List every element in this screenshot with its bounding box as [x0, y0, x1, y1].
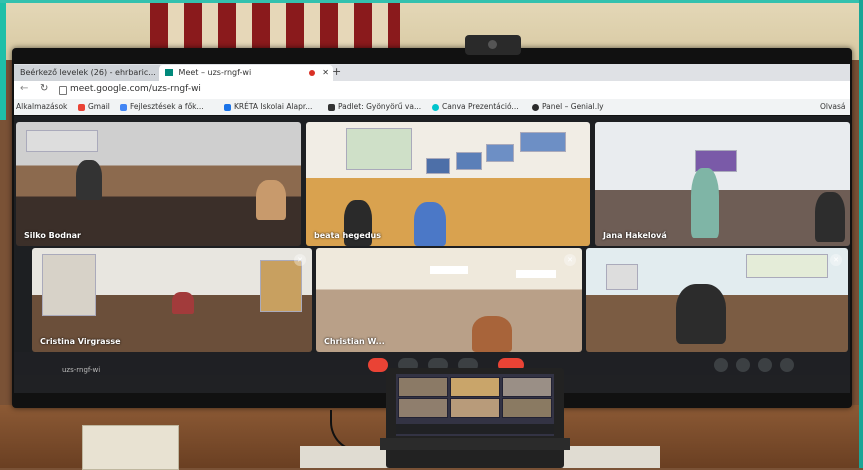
person: [472, 316, 512, 352]
participant-tile[interactable]: Cristina Virgrasse ✕: [32, 248, 312, 352]
meeting-code: uzs-rngf-wi: [62, 366, 101, 374]
laptop-control-bar: [396, 424, 554, 434]
grid-icon: [120, 103, 127, 111]
whiteboard: [26, 130, 98, 152]
bookmark-genially[interactable]: Panel – Genial.ly: [532, 100, 604, 114]
browser-tab-bar: Beérkező levelek (26) - ehrbaric... Meet…: [14, 64, 850, 81]
canva-icon: [432, 103, 439, 111]
participant-name: Silko Bodnar: [24, 231, 81, 240]
ceiling-light: [516, 270, 556, 278]
activities-icon[interactable]: [780, 358, 794, 372]
laptop-tile: [450, 398, 500, 418]
ceiling-light: [430, 266, 468, 274]
person: [76, 160, 102, 200]
participant-name: Cristina Virgrasse: [40, 337, 121, 346]
person: [815, 192, 845, 242]
address-bar: ← ↻ meet.google.com/uzs-rngf-wi: [14, 81, 850, 99]
url-field[interactable]: meet.google.com/uzs-rngf-wi: [70, 84, 201, 94]
map-poster: [746, 254, 828, 278]
photo-frame: [426, 158, 450, 174]
tab-gmail[interactable]: Beérkező levelek (26) - ehrbaric...: [14, 65, 160, 81]
recording-dot-icon: [309, 70, 315, 76]
mic-off-icon: ✕: [830, 254, 842, 266]
frame-edge-top: [0, 0, 863, 3]
chair: [256, 180, 286, 220]
frame-edge-right: [859, 0, 863, 468]
reload-icon[interactable]: ↻: [40, 83, 48, 94]
participant-tile[interactable]: ✕: [586, 248, 848, 352]
meet-icon: [165, 69, 173, 76]
tab-label: Meet – uzs-rngf-wi: [178, 68, 252, 77]
photo-frame: [456, 152, 482, 170]
participant-name: Christian W...: [324, 337, 385, 346]
rollup-banner: [260, 260, 302, 312]
gmail-icon: [78, 103, 85, 111]
info-icon[interactable]: [714, 358, 728, 372]
microphone-button[interactable]: [368, 358, 388, 372]
new-tab-button[interactable]: +: [332, 64, 341, 80]
poster: [606, 264, 638, 290]
laptop-tile: [398, 398, 448, 418]
laptop-keyboard: [380, 438, 570, 450]
photo-frame: [520, 132, 566, 152]
kreta-icon: [224, 103, 231, 111]
mic-off-icon: ✕: [294, 254, 306, 266]
padlet-icon: [328, 103, 335, 111]
laptop-tile: [398, 377, 448, 397]
participant-name: Jana Hakelová: [603, 231, 667, 240]
laptop-tile: [502, 377, 552, 397]
tab-label: Beérkező levelek (26) - ehrbaric...: [20, 68, 156, 77]
participant-tile[interactable]: beata hegedus: [306, 122, 590, 246]
bookmark-kreta[interactable]: KRÉTA Iskolai Alapr...: [224, 100, 312, 114]
bookmark-apps[interactable]: Alkalmazások: [16, 100, 67, 114]
lock-icon: [59, 86, 67, 95]
participant-name: beata hegedus: [314, 231, 382, 240]
laptop-tile: [450, 377, 500, 397]
people-icon[interactable]: [736, 358, 750, 372]
person: [676, 284, 726, 344]
bookmark-canva[interactable]: Canva Prezentáció...: [432, 100, 519, 114]
laptop-tile: [502, 398, 552, 418]
map-poster: [346, 128, 412, 170]
back-arrow-icon[interactable]: ←: [20, 83, 28, 94]
webcam-lens: [488, 40, 497, 49]
bookmark-reading-list[interactable]: Olvasá: [820, 100, 846, 114]
frame-edge: [0, 0, 6, 120]
participant-tile[interactable]: Christian W... ✕: [316, 248, 582, 352]
chat-icon[interactable]: [758, 358, 772, 372]
close-tab-button[interactable]: ✕: [322, 65, 329, 81]
paper-sheet: [82, 425, 179, 470]
person: [172, 292, 194, 314]
bookmark-gmail[interactable]: Gmail: [78, 100, 110, 114]
rollup-banner: [42, 254, 96, 316]
person: [414, 202, 446, 246]
meet-video-grid: Silko Bodnar beata hegedus Jana Hakelová…: [14, 116, 850, 392]
participant-tile[interactable]: Silko Bodnar: [16, 122, 301, 246]
laptop-screen: [396, 374, 554, 436]
bookmark-padlet[interactable]: Padlet: Gyönyörű va...: [328, 100, 421, 114]
tab-meet[interactable]: Meet – uzs-rngf-wi ✕: [159, 65, 333, 81]
mic-off-icon: ✕: [564, 254, 576, 266]
photo-frame: [486, 144, 514, 162]
person: [691, 168, 719, 238]
participant-tile[interactable]: Jana Hakelová: [595, 122, 850, 246]
bookmarks-bar: Alkalmazások Gmail Fejlesztések a fők...…: [14, 99, 850, 115]
striped-curtain: [150, 0, 400, 52]
bookmark-fejlesztesek[interactable]: Fejlesztések a fők...: [120, 100, 204, 114]
genially-icon: [532, 103, 539, 111]
